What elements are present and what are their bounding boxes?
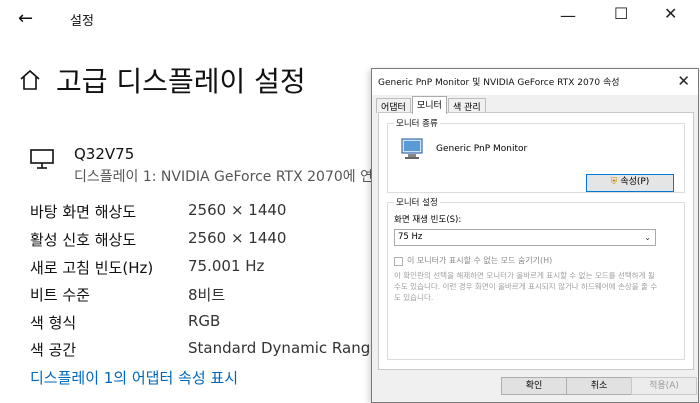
monitor-icon bbox=[30, 149, 54, 169]
dialog-title: Generic PnP Monitor 및 NVIDIA GeForce RTX… bbox=[378, 78, 620, 88]
tab-monitor[interactable]: 모니터 bbox=[412, 96, 447, 114]
info-value: 2560 × 1440 bbox=[188, 229, 287, 247]
shield-icon: ⛨ bbox=[610, 177, 618, 187]
group-label: 모니터 설정 bbox=[394, 196, 440, 208]
ok-button[interactable]: 확인 bbox=[501, 377, 567, 395]
refresh-rate-select[interactable]: 75 Hz ⌄ bbox=[394, 229, 656, 246]
info-value: 8비트 bbox=[188, 286, 226, 304]
properties-dialog: Generic PnP Monitor 및 NVIDIA GeForce RTX… bbox=[371, 68, 699, 403]
info-value: 2560 × 1440 bbox=[188, 201, 287, 219]
maximize-icon[interactable]: ☐ bbox=[614, 4, 628, 23]
monitor-settings-group: 모니터 설정 화면 재생 빈도(S): 75 Hz ⌄ 이 모니터가 표시할 수… bbox=[387, 196, 685, 360]
info-label: 새로 고침 빈도(Hz) bbox=[30, 259, 154, 277]
hide-modes-description: 이 확인란의 선택을 해제하면 모니터가 올바르게 표시할 수 없는 모드를 선… bbox=[394, 271, 658, 302]
dialog-close-icon[interactable]: ✕ bbox=[677, 72, 690, 90]
minimize-icon[interactable]: — bbox=[560, 6, 576, 25]
info-value: Standard Dynamic Range( bbox=[188, 339, 386, 357]
monitor-description: 디스플레이 1: NVIDIA GeForce RTX 2070에 연 bbox=[74, 169, 373, 185]
info-value: 75.001 Hz bbox=[188, 257, 265, 275]
info-label: 색 공간 bbox=[30, 341, 77, 359]
cancel-button[interactable]: 취소 bbox=[566, 377, 632, 395]
info-label: 색 형식 bbox=[30, 314, 77, 332]
hide-modes-checkbox[interactable] bbox=[394, 257, 403, 266]
hide-modes-label: 이 모니터가 표시할 수 없는 모드 숨기기(H) bbox=[407, 256, 553, 265]
monitor-tab-panel: 모니터 종류 Generic PnP Monitor ⛨ 속성(P) 모니터 설… bbox=[378, 112, 694, 370]
info-label: 바탕 화면 해상도 bbox=[30, 203, 137, 221]
monitor-icon bbox=[401, 138, 423, 159]
refresh-rate-value: 75 Hz bbox=[398, 232, 423, 242]
dialog-title-bar: Generic PnP Monitor 및 NVIDIA GeForce RTX… bbox=[372, 69, 698, 95]
page-title: 고급 디스플레이 설정 bbox=[56, 65, 306, 98]
title-bar: ← 설정 — ☐ ✕ bbox=[0, 0, 700, 38]
monitor-name: Q32V75 bbox=[74, 145, 135, 163]
window-title: 설정 bbox=[70, 14, 94, 29]
apply-button[interactable]: 적용(A) bbox=[631, 377, 697, 395]
info-label: 활성 신호 해상도 bbox=[30, 231, 137, 249]
properties-button[interactable]: ⛨ 속성(P) bbox=[586, 174, 674, 192]
chevron-down-icon: ⌄ bbox=[644, 233, 651, 242]
back-arrow-icon[interactable]: ← bbox=[18, 8, 33, 29]
properties-button-label: 속성(P) bbox=[620, 177, 650, 187]
group-label: 모니터 종류 bbox=[394, 117, 440, 129]
refresh-rate-label: 화면 재생 빈도(S): bbox=[394, 215, 462, 225]
monitor-type-name: Generic PnP Monitor bbox=[436, 144, 528, 154]
tab-adapter[interactable]: 어댑터 bbox=[376, 98, 411, 113]
close-icon[interactable]: ✕ bbox=[664, 4, 677, 23]
info-value: RGB bbox=[188, 312, 221, 330]
monitor-type-group: 모니터 종류 Generic PnP Monitor ⛨ 속성(P) bbox=[387, 117, 685, 193]
info-label: 비트 수준 bbox=[30, 286, 90, 304]
adapter-properties-link[interactable]: 디스플레이 1의 어댑터 속성 표시 bbox=[30, 367, 238, 388]
tab-color-management[interactable]: 색 관리 bbox=[448, 98, 486, 113]
home-icon[interactable] bbox=[18, 68, 42, 92]
